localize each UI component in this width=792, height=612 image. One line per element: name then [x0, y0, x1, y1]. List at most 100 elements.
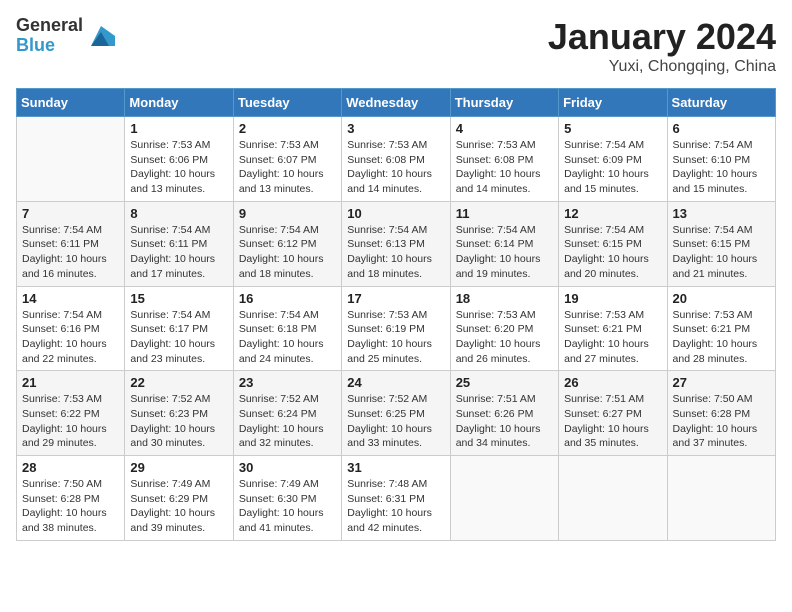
calendar-cell: 29 Sunrise: 7:49 AM Sunset: 6:29 PM Dayli… — [125, 456, 233, 541]
day-info: Sunrise: 7:54 AM Sunset: 6:15 PM Dayligh… — [673, 223, 770, 282]
calendar-week-row: 14 Sunrise: 7:54 AM Sunset: 6:16 PM Dayli… — [17, 286, 776, 371]
calendar-cell: 31 Sunrise: 7:48 AM Sunset: 6:31 PM Dayli… — [342, 456, 450, 541]
weekday-header: Monday — [125, 89, 233, 117]
day-number: 31 — [347, 460, 444, 475]
calendar-cell: 1 Sunrise: 7:53 AM Sunset: 6:06 PM Daylig… — [125, 117, 233, 202]
calendar-week-row: 1 Sunrise: 7:53 AM Sunset: 6:06 PM Daylig… — [17, 117, 776, 202]
day-number: 15 — [130, 291, 227, 306]
day-info: Sunrise: 7:54 AM Sunset: 6:16 PM Dayligh… — [22, 308, 119, 367]
location-subtitle: Yuxi, Chongqing, China — [548, 58, 776, 76]
day-info: Sunrise: 7:54 AM Sunset: 6:15 PM Dayligh… — [564, 223, 661, 282]
month-title: January 2024 — [548, 16, 776, 58]
calendar-cell: 25Sunrise: 7:51 AM Sunset: 6:26 PM Dayli… — [450, 371, 558, 456]
day-info: Sunrise: 7:54 AM Sunset: 6:13 PM Dayligh… — [347, 223, 444, 282]
day-info: Sunrise: 7:49 AM Sunset: 6:30 PM Dayligh… — [239, 477, 336, 536]
day-number: 23 — [239, 375, 336, 390]
page-header: General Blue January 2024 Yuxi, Chongqin… — [16, 16, 776, 76]
day-number: 29 — [130, 460, 227, 475]
day-info: Sunrise: 7:53 AM Sunset: 6:08 PM Dayligh… — [347, 138, 444, 197]
day-info: Sunrise: 7:54 AM Sunset: 6:12 PM Dayligh… — [239, 223, 336, 282]
day-number: 6 — [673, 121, 770, 136]
day-number: 9 — [239, 206, 336, 221]
calendar-cell: 18 Sunrise: 7:53 AM Sunset: 6:20 PM Dayli… — [450, 286, 558, 371]
weekday-header: Friday — [559, 89, 667, 117]
day-number: 27 — [673, 375, 770, 390]
day-info: Sunrise: 7:53 AM Sunset: 6:22 PM Dayligh… — [22, 392, 119, 451]
calendar-header: SundayMondayTuesdayWednesdayThursdayFrid… — [17, 89, 776, 117]
day-info: Sunrise: 7:52 AM Sunset: 6:25 PM Dayligh… — [347, 392, 444, 451]
day-number: 14 — [22, 291, 119, 306]
calendar-cell: 23 Sunrise: 7:52 AM Sunset: 6:24 PM Dayli… — [233, 371, 341, 456]
day-number: 30 — [239, 460, 336, 475]
day-number: 10 — [347, 206, 444, 221]
day-info: Sunrise: 7:54 AM Sunset: 6:18 PM Dayligh… — [239, 308, 336, 367]
calendar-cell: 13 Sunrise: 7:54 AM Sunset: 6:15 PM Dayli… — [667, 201, 775, 286]
day-number: 8 — [130, 206, 227, 221]
day-number: 3 — [347, 121, 444, 136]
calendar-cell: 12Sunrise: 7:54 AM Sunset: 6:15 PM Dayli… — [559, 201, 667, 286]
calendar-cell — [667, 456, 775, 541]
weekday-header: Saturday — [667, 89, 775, 117]
calendar-cell: 14 Sunrise: 7:54 AM Sunset: 6:16 PM Dayli… — [17, 286, 125, 371]
calendar-cell: 6 Sunrise: 7:54 AM Sunset: 6:10 PM Daylig… — [667, 117, 775, 202]
day-info: Sunrise: 7:51 AM Sunset: 6:27 PM Dayligh… — [564, 392, 661, 451]
day-info: Sunrise: 7:52 AM Sunset: 6:23 PM Dayligh… — [130, 392, 227, 451]
weekday-header: Thursday — [450, 89, 558, 117]
day-info: Sunrise: 7:48 AM Sunset: 6:31 PM Dayligh… — [347, 477, 444, 536]
calendar-cell: 20 Sunrise: 7:53 AM Sunset: 6:21 PM Dayli… — [667, 286, 775, 371]
calendar-cell — [17, 117, 125, 202]
day-number: 16 — [239, 291, 336, 306]
calendar-cell: 21Sunrise: 7:53 AM Sunset: 6:22 PM Dayli… — [17, 371, 125, 456]
calendar-cell: 3 Sunrise: 7:53 AM Sunset: 6:08 PM Daylig… — [342, 117, 450, 202]
day-info: Sunrise: 7:52 AM Sunset: 6:24 PM Dayligh… — [239, 392, 336, 451]
logo: General Blue — [16, 16, 115, 56]
day-info: Sunrise: 7:50 AM Sunset: 6:28 PM Dayligh… — [673, 392, 770, 451]
day-number: 13 — [673, 206, 770, 221]
day-number: 26 — [564, 375, 661, 390]
calendar-cell: 8 Sunrise: 7:54 AM Sunset: 6:11 PM Daylig… — [125, 201, 233, 286]
calendar-cell: 11Sunrise: 7:54 AM Sunset: 6:14 PM Dayli… — [450, 201, 558, 286]
calendar-cell: 4Sunrise: 7:53 AM Sunset: 6:08 PM Daylig… — [450, 117, 558, 202]
day-info: Sunrise: 7:53 AM Sunset: 6:21 PM Dayligh… — [564, 308, 661, 367]
calendar-cell: 24 Sunrise: 7:52 AM Sunset: 6:25 PM Dayli… — [342, 371, 450, 456]
day-info: Sunrise: 7:54 AM Sunset: 6:14 PM Dayligh… — [456, 223, 553, 282]
day-number: 5 — [564, 121, 661, 136]
calendar-cell: 2Sunrise: 7:53 AM Sunset: 6:07 PM Daylig… — [233, 117, 341, 202]
calendar-cell — [450, 456, 558, 541]
day-number: 24 — [347, 375, 444, 390]
calendar-cell: 5Sunrise: 7:54 AM Sunset: 6:09 PM Daylig… — [559, 117, 667, 202]
day-info: Sunrise: 7:53 AM Sunset: 6:19 PM Dayligh… — [347, 308, 444, 367]
logo-general: General — [16, 16, 83, 36]
day-number: 18 — [456, 291, 553, 306]
title-block: January 2024 Yuxi, Chongqing, China — [548, 16, 776, 76]
weekday-header: Tuesday — [233, 89, 341, 117]
day-info: Sunrise: 7:53 AM Sunset: 6:20 PM Dayligh… — [456, 308, 553, 367]
calendar-week-row: 21Sunrise: 7:53 AM Sunset: 6:22 PM Dayli… — [17, 371, 776, 456]
day-info: Sunrise: 7:54 AM Sunset: 6:11 PM Dayligh… — [22, 223, 119, 282]
day-number: 1 — [130, 121, 227, 136]
day-info: Sunrise: 7:54 AM Sunset: 6:11 PM Dayligh… — [130, 223, 227, 282]
day-info: Sunrise: 7:54 AM Sunset: 6:10 PM Dayligh… — [673, 138, 770, 197]
calendar-cell: 27 Sunrise: 7:50 AM Sunset: 6:28 PM Dayli… — [667, 371, 775, 456]
calendar-week-row: 28Sunrise: 7:50 AM Sunset: 6:28 PM Dayli… — [17, 456, 776, 541]
day-number: 22 — [130, 375, 227, 390]
day-number: 2 — [239, 121, 336, 136]
weekday-row: SundayMondayTuesdayWednesdayThursdayFrid… — [17, 89, 776, 117]
day-info: Sunrise: 7:53 AM Sunset: 6:21 PM Dayligh… — [673, 308, 770, 367]
day-number: 7 — [22, 206, 119, 221]
calendar-cell: 17Sunrise: 7:53 AM Sunset: 6:19 PM Dayli… — [342, 286, 450, 371]
logo-icon — [87, 22, 115, 50]
calendar-body: 1 Sunrise: 7:53 AM Sunset: 6:06 PM Daylig… — [17, 117, 776, 541]
calendar-cell: 16 Sunrise: 7:54 AM Sunset: 6:18 PM Dayli… — [233, 286, 341, 371]
weekday-header: Wednesday — [342, 89, 450, 117]
day-info: Sunrise: 7:51 AM Sunset: 6:26 PM Dayligh… — [456, 392, 553, 451]
day-info: Sunrise: 7:49 AM Sunset: 6:29 PM Dayligh… — [130, 477, 227, 536]
calendar-table: SundayMondayTuesdayWednesdayThursdayFrid… — [16, 88, 776, 541]
logo-blue: Blue — [16, 36, 83, 56]
calendar-cell: 10 Sunrise: 7:54 AM Sunset: 6:13 PM Dayli… — [342, 201, 450, 286]
calendar-cell: 22 Sunrise: 7:52 AM Sunset: 6:23 PM Dayli… — [125, 371, 233, 456]
calendar-cell: 26 Sunrise: 7:51 AM Sunset: 6:27 PM Dayli… — [559, 371, 667, 456]
day-number: 20 — [673, 291, 770, 306]
calendar-week-row: 7 Sunrise: 7:54 AM Sunset: 6:11 PM Daylig… — [17, 201, 776, 286]
day-info: Sunrise: 7:53 AM Sunset: 6:06 PM Dayligh… — [130, 138, 227, 197]
